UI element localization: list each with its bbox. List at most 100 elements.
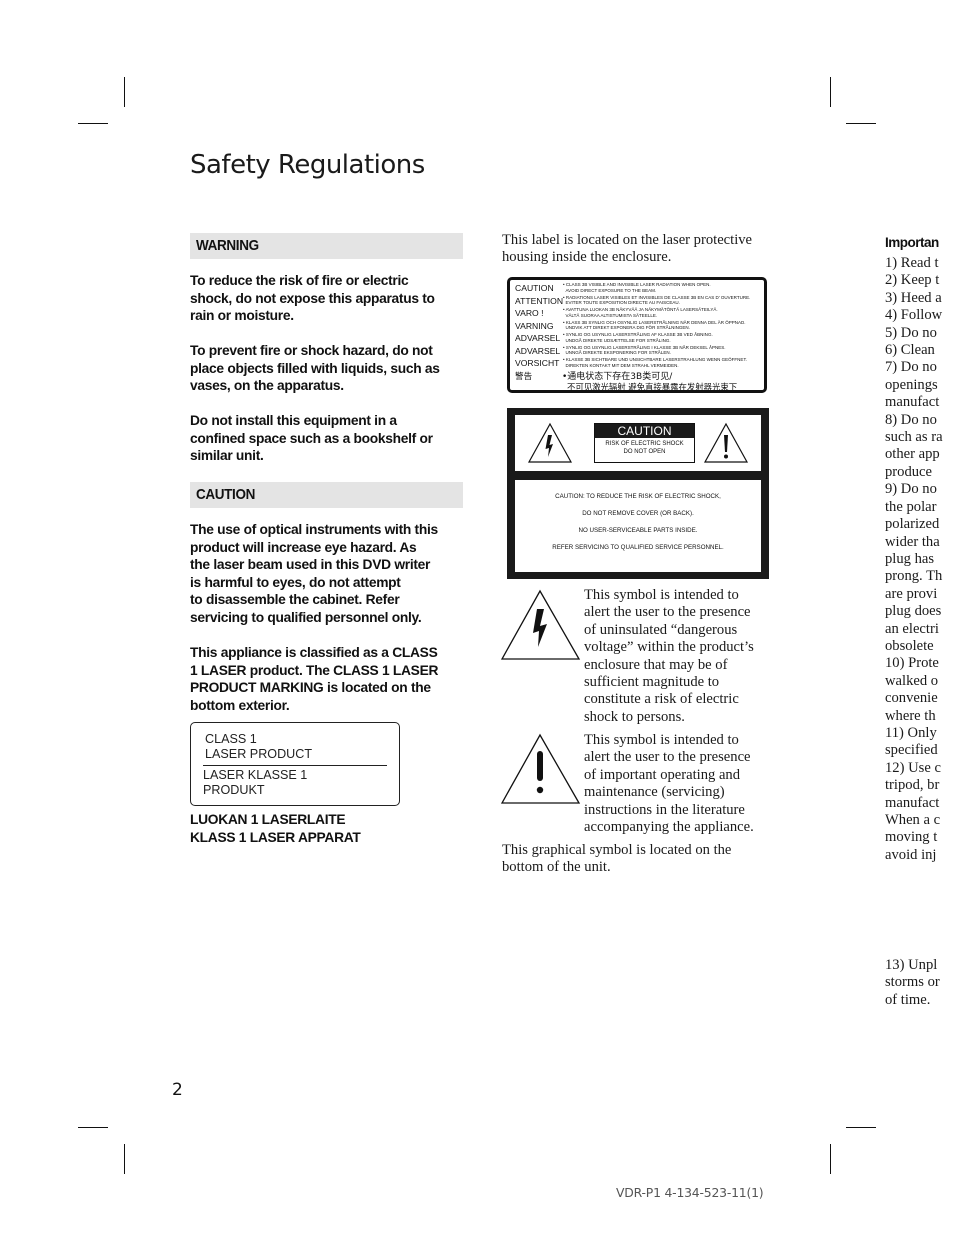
list-line: are provi: [885, 585, 938, 602]
text-line: to disassemble the cabinet. Refer: [190, 592, 400, 607]
list-line: 5) Do no: [885, 324, 937, 341]
laser-label-lang: VARO !: [515, 308, 544, 318]
warning-paragraph: To prevent fire or shock hazard, do not …: [190, 342, 470, 395]
text-line: maintenance (servicing): [584, 784, 725, 801]
class-1-laser-label: CLASS 1 LASER PRODUCT LASER KLASSE 1 PRO…: [190, 722, 400, 806]
class-label-line: PRODUKT: [203, 783, 265, 797]
list-line: avoid inj: [885, 846, 937, 863]
list-line: tripod, br: [885, 777, 940, 794]
symbol-location-note: This graphical symbol is located on the …: [502, 842, 782, 877]
caution-heading: CAUTION: [196, 486, 255, 503]
text-line: LUOKAN 1 LASERLAITE: [190, 812, 346, 827]
list-line: obsolete: [885, 637, 934, 654]
text-line: bottom of the unit.: [502, 859, 611, 876]
text-line: product will increase eye hazard. As: [190, 539, 417, 555]
warning-heading: WARNING: [196, 237, 259, 254]
laser-label-lang: CAUTION: [515, 283, 554, 293]
class-label-line: LASER KLASSE 1: [203, 768, 308, 782]
text-line: This symbol is intended to: [584, 587, 739, 603]
important-safeguards-tail-list: 13) Unpl storms or of time.: [885, 957, 954, 1009]
class-label-divider: [203, 765, 387, 766]
list-line: plug has: [885, 550, 935, 567]
text-line: The use of optical instruments with this: [190, 522, 438, 537]
important-safeguards-heading: Importan: [885, 235, 939, 250]
caution-paragraph: This appliance is classified as a CLASS …: [190, 644, 470, 714]
text-line: servicing to qualified personnel only.: [190, 609, 422, 625]
text-line: PRODUCT MARKING is located on the: [190, 680, 431, 695]
list-line: 6) Clean: [885, 342, 935, 359]
dangerous-voltage-description: This symbol is intended to alert the use…: [584, 587, 779, 726]
list-line: openings: [885, 376, 938, 393]
laser-label-lang: VARNING: [515, 320, 554, 331]
important-safeguards-tail: 13) Unpl storms or of time.: [885, 957, 954, 1009]
list-line: manufact: [885, 394, 940, 411]
list-line: polarized: [885, 516, 940, 533]
list-line: 11) Only: [885, 724, 937, 741]
important-instructions-description: This symbol is intended to alert the use…: [584, 732, 779, 836]
caution-panel-line: REFER SERVICING TO QUALIFIED SERVICE PER…: [552, 544, 724, 551]
text-line: This symbol is intended to: [584, 732, 739, 748]
dangerous-voltage-icon: [501, 589, 581, 660]
text-line: of uninsulated “dangerous: [584, 621, 738, 638]
text-line: enclosure that may be of: [584, 656, 728, 673]
warning-paragraph: Do not install this equipment in a confi…: [190, 412, 470, 465]
laser-label-text: • RADIATIONS LASER VISIBLES ET INVISIBLE…: [563, 294, 751, 306]
list-line: moving t: [885, 829, 938, 846]
list-line: an electri: [885, 620, 939, 637]
list-line: 9) Do no: [885, 481, 937, 498]
list-line: 8) Do no: [885, 411, 937, 428]
class-label-line: LASER PRODUCT: [205, 747, 313, 761]
crop-mark: [830, 1144, 831, 1174]
list-line: of time.: [885, 991, 931, 1008]
crop-mark: [124, 1144, 125, 1174]
list-line: 7) Do no: [885, 359, 937, 376]
text-line: instructions in the literature: [584, 801, 745, 818]
list-line: produce: [885, 463, 933, 480]
list-line: such as ra: [885, 429, 943, 446]
list-line: wider tha: [885, 533, 940, 550]
caution-heading-bar: CAUTION: [190, 482, 463, 508]
laser-label-lang: VORSICHT: [515, 358, 560, 368]
text-line: shock to persons.: [584, 708, 685, 725]
text-line: To prevent fire or shock hazard, do not: [190, 343, 433, 358]
crop-mark: [78, 123, 108, 124]
text-line: the laser beam used in this DVD writer: [190, 557, 431, 572]
text-line: place objects filled with liquids, such …: [190, 360, 440, 376]
list-line: walked o: [885, 672, 939, 689]
laser-label-text: • KLASSE 3B SICHTBARE UND UNSICHTBARE LA…: [563, 357, 747, 368]
list-line: prong. Th: [885, 568, 943, 585]
text-line: This graphical symbol is located on the: [502, 842, 732, 858]
text-line: 1 LASER product. The CLASS 1 LASER: [190, 662, 439, 678]
text-line: This label is located on the laser prote…: [502, 232, 753, 248]
text-line: alert the user to the presence: [584, 749, 751, 766]
text-line: shock, do not expose this apparatus to: [190, 290, 435, 306]
list-line: plug does: [885, 603, 942, 620]
lightning-warning-icon: [527, 422, 573, 463]
laser-label-text: • SYNLIG OG USYNLIG LASERSTRÅLING AF KLA…: [563, 332, 713, 343]
text-line: rain or moisture.: [190, 308, 294, 323]
class-label-line: CLASS 1: [205, 732, 257, 746]
text-line: Do not install this equipment in a: [190, 413, 397, 428]
laser-label-text: 不可见激光辐射 避免直接暴露在发射器光束下: [567, 381, 738, 392]
text-line: accompanying the appliance.: [584, 819, 754, 836]
text-line: alert the user to the presence: [584, 604, 751, 621]
list-line: When a c: [885, 812, 941, 828]
text-line: sufficient magnitude to: [584, 674, 720, 691]
warning-paragraph: To reduce the risk of fire or electric s…: [190, 272, 470, 325]
crop-mark: [846, 123, 876, 124]
text-line: To reduce the risk of fire or electric: [190, 273, 409, 288]
list-line: other app: [885, 446, 940, 463]
list-line: 2) Keep t: [885, 272, 940, 289]
text-line: voltage” within the product’s: [584, 639, 754, 656]
page-title: Safety Regulations: [190, 150, 425, 180]
text-line: housing inside the enclosure.: [502, 249, 672, 266]
laser-label-intro: This label is located on the laser prote…: [502, 232, 782, 267]
caution-panel-line: NO USER-SERVICEABLE PARTS INSIDE.: [578, 527, 698, 534]
laser-label-text: • AVATTUNA LUOKAN 3B NÄKYVÄÄ JA NÄKYMÄTÖ…: [563, 307, 718, 318]
text-line: similar unit.: [190, 448, 264, 463]
list-line: 1) Read t: [885, 255, 939, 271]
caution-panel-line: DO NOT REMOVE COVER (OR BACK).: [582, 510, 694, 517]
important-safeguards-list: 1) Read t 2) Keep t 3) Heed a 4) Follow 5) D…: [885, 255, 954, 864]
crop-mark: [78, 1127, 108, 1128]
caution-panel-line: CAUTION: TO REDUCE THE RISK OF ELECTRIC …: [555, 493, 721, 500]
